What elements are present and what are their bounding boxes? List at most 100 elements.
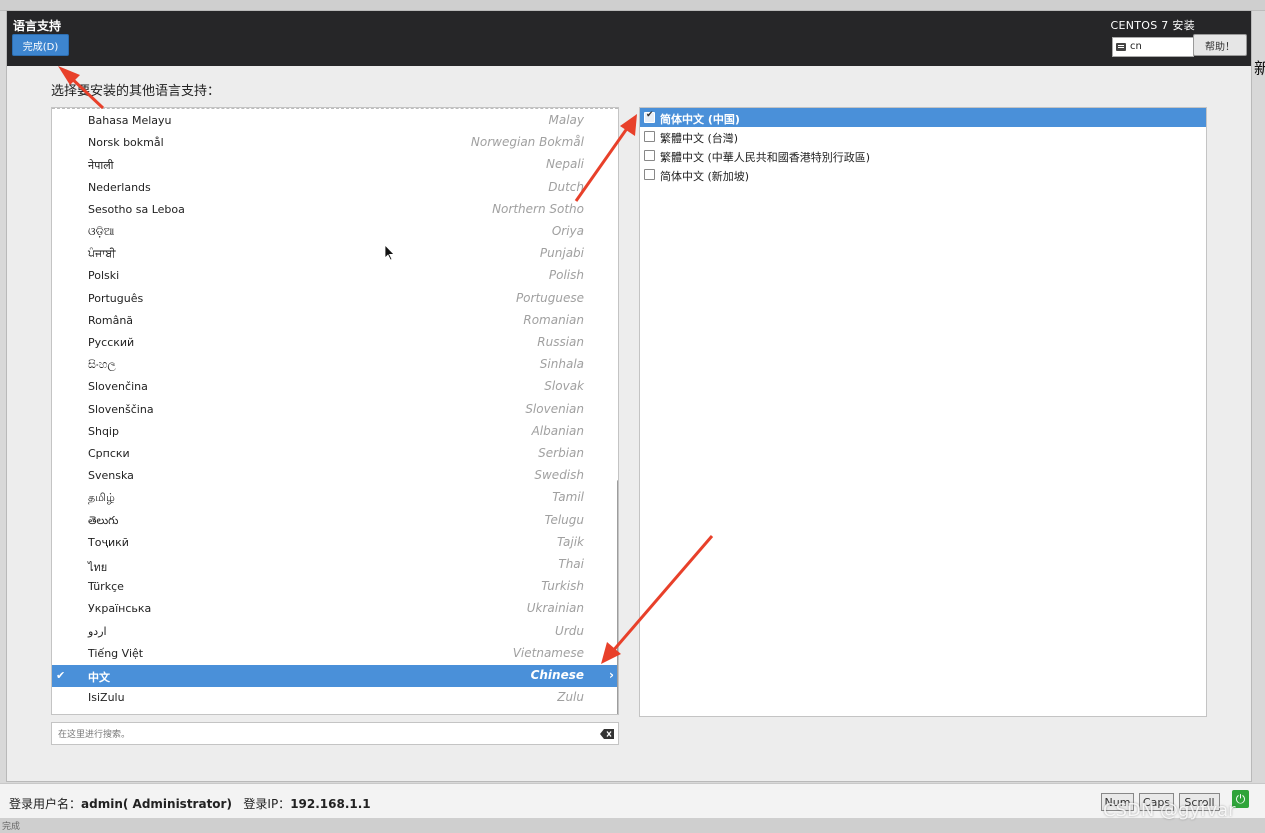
language-native-name: తెలుగు [88,513,119,527]
language-native-name: ଓଡ଼ିଆ [88,225,115,238]
language-row[interactable]: Shqip Albanian [52,421,618,443]
language-native-name: Тоҷикӣ [88,535,129,549]
language-native-name: Slovenščina [88,402,154,416]
checkmark-icon: ✔ [56,669,66,682]
locale-checkbox[interactable]: ✔ [644,110,655,123]
language-row[interactable]: Tiếng Việt Vietnamese [52,643,618,665]
locale-label: 简体中文 (新加坡) [660,170,750,183]
language-row[interactable]: Bahasa Melayu Malay [52,110,618,132]
ip-label: 登录IP： [243,797,291,811]
language-english-name: Tajik [556,534,584,549]
language-native-name: Bahasa Melayu [88,114,172,127]
installer-window: 语言支持 完成(D) CENTOS 7 安装 cn 帮助！ 选择要安装的其他语言… [6,10,1252,782]
language-native-name: اردو [88,624,107,638]
language-english-name: Russian [537,335,584,349]
language-row[interactable]: Svenska Swedish [52,465,618,487]
bottom-status-text: 完成 [2,822,21,832]
language-english-name: Turkish [541,579,584,594]
language-row[interactable]: Українська Ukrainian [52,598,618,620]
locale-row[interactable]: 简体中文 (新加坡) [640,165,1206,184]
language-native-name: Română [88,313,134,327]
mouse-cursor-icon [385,245,395,261]
language-native-name: नेपाली [88,159,114,173]
language-english-name: Vietnamese [512,645,584,660]
product-title: CENTOS 7 安装 [1110,19,1195,32]
language-english-name: Polish [548,268,584,283]
language-row[interactable]: Slovenščina Slovenian [52,399,618,421]
language-row[interactable]: ਪੰਜਾਬੀ Punjabi [52,243,618,265]
locale-label: 简体中文 (中国) [660,113,740,126]
language-english-name: Punjabi [539,246,584,261]
locale-row[interactable]: 繁體中文 (台灣) [640,127,1206,146]
language-row[interactable]: Português Portuguese [52,288,618,310]
language-native-name: Polski [88,269,120,283]
language-native-name: Українська [88,602,152,616]
bottom-strip: 完成 [0,818,1265,833]
clear-search-icon[interactable] [600,729,614,739]
language-english-name: Portuguese [515,290,584,305]
language-row[interactable]: Norsk bokmål Norwegian Bokmål [52,132,618,154]
language-row[interactable]: తెలుగు Telugu [52,510,618,532]
language-native-name: Svenska [88,469,134,483]
locale-checkbox[interactable] [644,131,655,142]
language-english-name: Slovenian [525,401,584,416]
language-row[interactable]: ไทย Thai [52,554,618,576]
language-row[interactable]: ଓଡ଼ିଆ Oriya [52,221,618,243]
edge-glyph: 新 [1254,59,1265,78]
language-row[interactable]: Тоҷикӣ Tajik [52,532,618,554]
language-english-name: Urdu [555,623,584,638]
language-english-name: Serbian [538,446,584,460]
language-row[interactable]: اردو Urdu [52,621,618,643]
locale-row[interactable]: 繁體中文 (中華人民共和國香港特別行政區) [640,146,1206,165]
language-english-name: Ukrainian [526,601,584,616]
checkmark-icon: ✔ [646,110,654,120]
language-row[interactable]: Sesotho sa Leboa Northern Sotho [52,199,618,221]
language-row[interactable]: नेपाली Nepali [52,154,618,176]
language-native-name: Sesotho sa Leboa [88,202,185,216]
language-english-name: Nepali [546,157,584,172]
language-row[interactable]: Türkçe Turkish [52,576,618,598]
login-info: 登录用户名：admin( Administrator) 登录IP：192.168… [9,795,371,812]
language-english-name: Telugu [544,512,584,527]
language-list-scrollbar[interactable] [617,480,618,714]
done-button[interactable]: 完成(D) [12,34,69,56]
locale-panel: ✔ 简体中文 (中国) 繁體中文 (台灣) 繁體中文 (中華人民共和國香港特別行政區)… [639,107,1207,717]
language-row[interactable]: Русский Russian [52,332,618,354]
language-row[interactable]: IsiZulu Zulu [52,687,618,709]
language-native-name: Türkçe [88,580,124,594]
keyboard-layout-indicator[interactable]: cn [1112,37,1194,57]
language-row[interactable]: ✔ 中文 Chinese › [52,665,618,687]
language-native-name: 中文 [88,671,110,684]
user-label: 登录用户名： [9,797,82,811]
search-input[interactable] [56,725,590,744]
language-native-name: ਪੰਜਾਬੀ [88,247,116,261]
language-row[interactable]: Polski Polish [52,265,618,287]
language-english-name: Malay [548,113,585,127]
language-row[interactable]: Română Romanian [52,310,618,332]
language-row[interactable]: Slovenčina Slovak [52,376,618,398]
language-english-name: Chinese [530,668,584,682]
language-list[interactable]: IsiZulu Zulu ✔ 中文 Chinese › Tiếng Việt Vietname… [51,107,619,715]
language-row[interactable]: தமிழ் Tamil [52,487,618,509]
language-english-name: Oriya [551,224,584,238]
language-native-name: Português [88,291,144,305]
locale-checkbox[interactable] [644,169,655,180]
language-row[interactable]: Српски Serbian [52,443,618,465]
language-native-name: Русский [88,336,135,349]
language-prompt: 选择要安装的其他语言支持： [51,84,221,99]
language-native-name: ไทย [88,561,108,574]
user-value: admin( Administrator) [81,797,232,811]
language-english-name: Sinhala [539,357,584,372]
language-native-name: IsiZulu [88,691,125,705]
language-row[interactable]: සිංහල Sinhala [52,354,618,376]
watermark: CSDN @gyfvar [1103,800,1236,821]
locale-checkbox[interactable] [644,150,655,161]
language-native-name: Norsk bokmål [88,136,164,150]
language-english-name: Northern Sotho [492,201,584,216]
ip-value: 192.168.1.1 [290,797,371,811]
keyboard-icon [1116,43,1126,51]
locale-row[interactable]: ✔ 简体中文 (中国) [640,108,1206,127]
help-button[interactable]: 帮助！ [1193,34,1247,56]
page-title: 语言支持 [13,19,62,33]
language-row[interactable]: Nederlands Dutch [52,177,618,199]
